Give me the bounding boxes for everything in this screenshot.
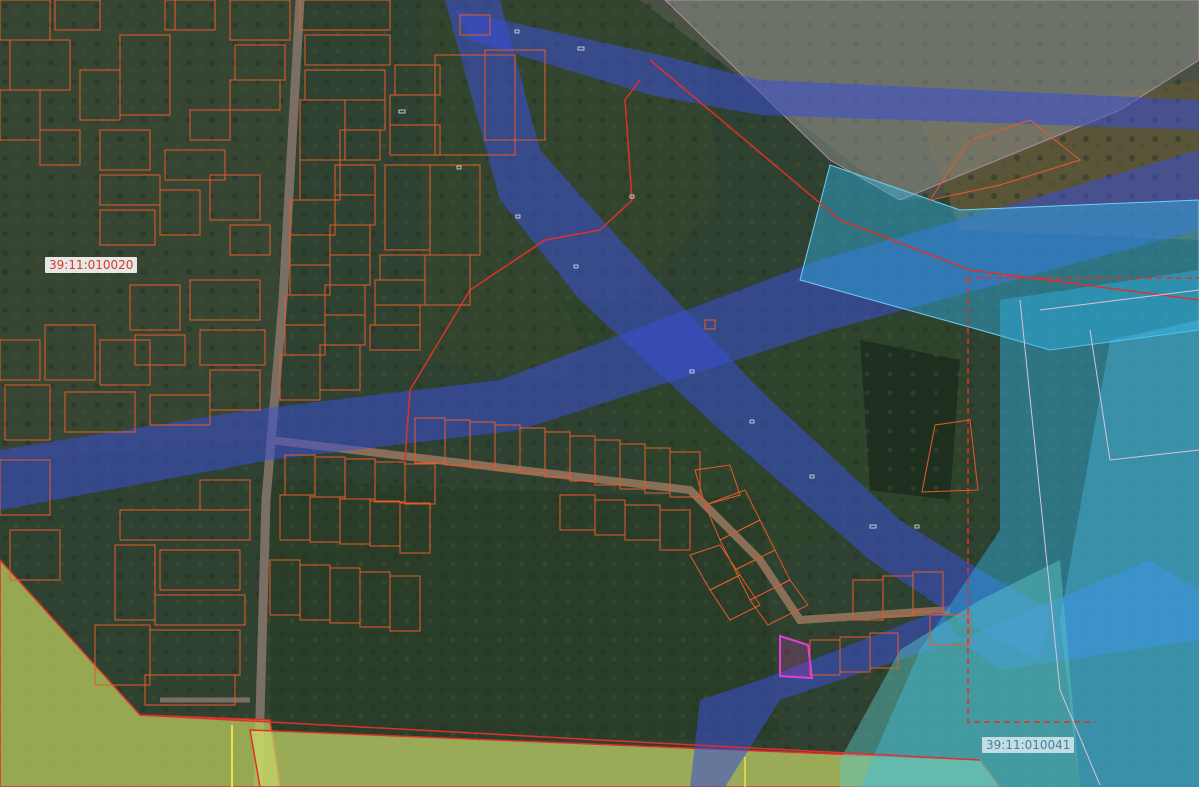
- cadastral-quarter-label-east[interactable]: 39:11:010041: [982, 737, 1075, 753]
- map-canvas[interactable]: [0, 0, 1199, 787]
- cadastral-map[interactable]: 39:11:010020 39:11:010041: [0, 0, 1199, 787]
- cadastral-quarter-label-west[interactable]: 39:11:010020: [45, 257, 138, 273]
